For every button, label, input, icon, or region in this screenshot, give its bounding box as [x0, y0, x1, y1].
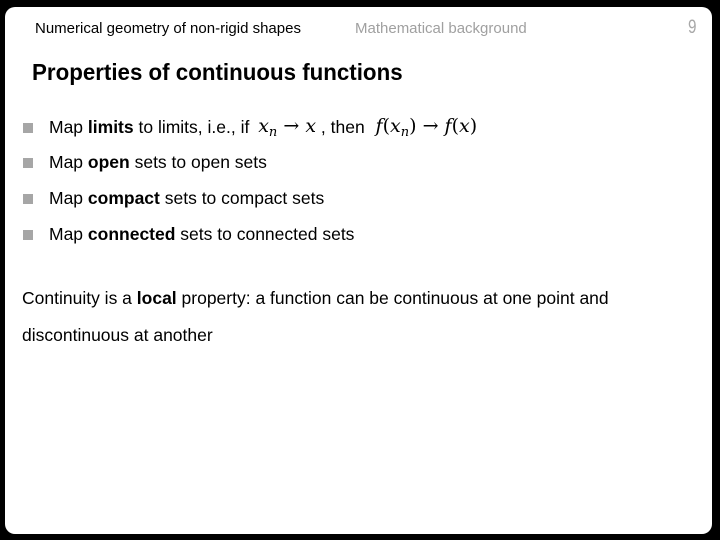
bullet-square-icon — [23, 229, 33, 240]
math-paren: ( — [451, 115, 460, 137]
bullet-prefix: Map — [49, 224, 88, 244]
math-paren: ( — [382, 115, 391, 137]
math-paren: ) — [469, 115, 478, 137]
bullet-suffix: sets to open sets — [129, 152, 267, 172]
bullet-square-icon — [23, 122, 33, 133]
bullet-keyword: connected — [87, 224, 176, 244]
math-subscript: n — [268, 125, 278, 140]
arrow-icon: → — [422, 115, 439, 137]
para-prefix: Continuity is a — [22, 288, 137, 308]
header-course-title: Numerical geometry of non-rigid shapes — [35, 20, 301, 37]
slide: Numerical geometry of non-rigid shapes M… — [5, 7, 712, 534]
bullet-keyword: open — [87, 152, 130, 172]
math-var: x — [390, 115, 401, 137]
bullet-suffix: sets to connected sets — [175, 224, 355, 244]
continuity-paragraph: Continuity is a local property: a functi… — [22, 280, 712, 354]
bullet-middle: , then — [316, 117, 370, 137]
math-func: f — [444, 115, 452, 137]
math-function-convergence: f(xn) → f(x) — [376, 115, 478, 140]
math-subscript: n — [400, 125, 410, 140]
bullet-suffix: to limits, i.e., if — [133, 117, 255, 137]
bullet-prefix: Map — [49, 117, 88, 137]
bullet-item-open: Map open sets to open sets — [23, 152, 267, 173]
page-number: 9 — [688, 17, 697, 38]
bullet-prefix: Map — [49, 152, 88, 172]
bullet-keyword: compact — [87, 188, 160, 208]
para-keyword: local — [136, 288, 177, 308]
bullet-item-compact: Map compact sets to compact sets — [23, 188, 324, 209]
math-var: x — [459, 115, 470, 137]
math-var: x — [305, 115, 317, 137]
math-var: x — [258, 115, 269, 137]
arrow-icon: → — [283, 115, 300, 137]
math-sequence-convergence: xn → x — [258, 115, 316, 140]
bullet-prefix: Map — [49, 188, 88, 208]
math-func: f — [375, 115, 383, 137]
math-paren: ) — [409, 115, 417, 137]
slide-title: Properties of continuous functions — [32, 59, 403, 85]
bullet-item-connected: Map connected sets to connected sets — [23, 224, 354, 245]
bullet-square-icon — [23, 193, 33, 204]
bullet-keyword: limits — [87, 117, 134, 137]
bullet-item-limits: Map limits to limits, i.e., if xn → x , … — [23, 115, 477, 140]
header-section-title: Mathematical background — [355, 20, 527, 37]
bullet-suffix: sets to compact sets — [159, 188, 325, 208]
bullet-square-icon — [23, 157, 33, 168]
